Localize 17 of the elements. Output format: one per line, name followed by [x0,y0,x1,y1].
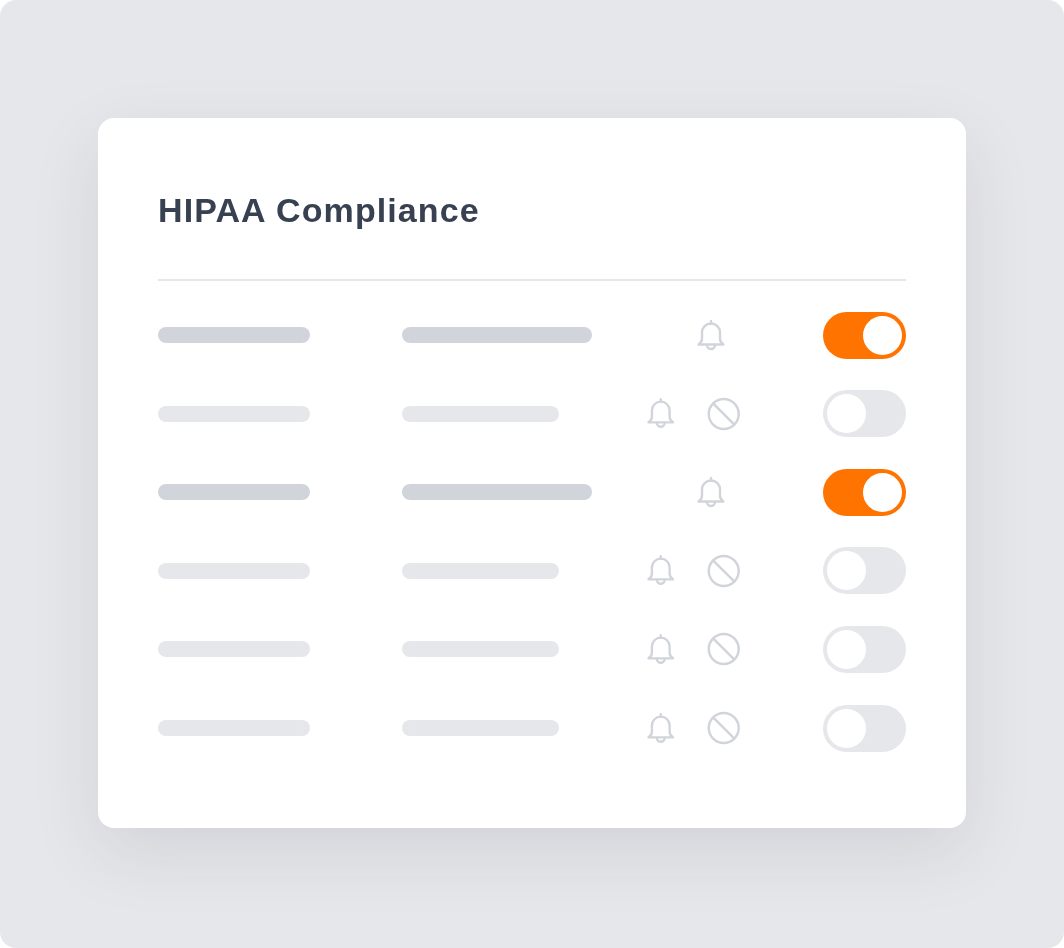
bell-icon [646,711,676,745]
prohibited-icon [706,396,740,431]
toggle-switch[interactable] [823,468,906,516]
toggle-switch[interactable] [823,704,906,752]
prohibited-icon [706,553,740,588]
toggle-switch[interactable] [823,547,906,595]
bell-icon [646,632,676,666]
prohibited-icon [706,711,740,746]
card-title: HIPAA Compliance [158,190,481,231]
bell-icon [696,475,726,509]
bell-icon [646,397,676,431]
bell-icon [696,318,726,352]
toggle-switch[interactable] [823,390,906,438]
prohibited-icon [706,632,740,667]
toggle-switch[interactable] [823,311,906,359]
toggle-switch[interactable] [823,625,906,673]
bell-icon [646,554,676,588]
